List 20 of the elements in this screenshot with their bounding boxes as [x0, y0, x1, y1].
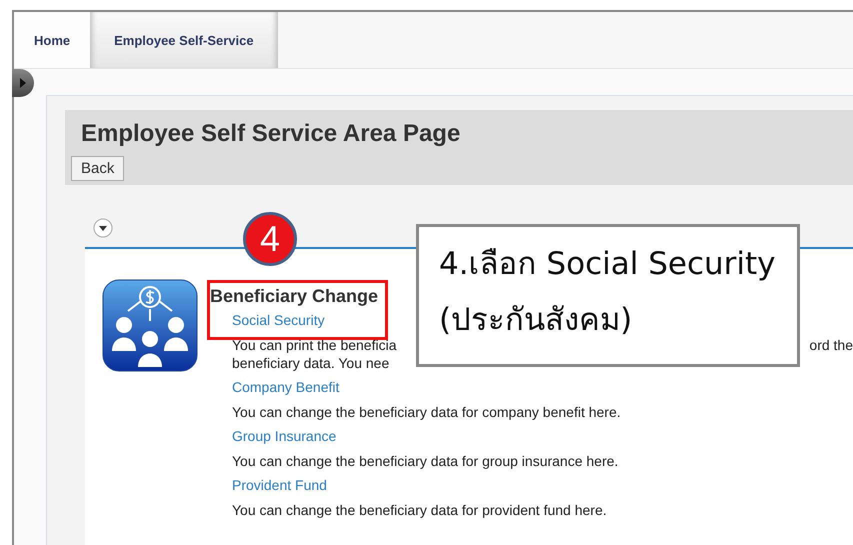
- section-heading: Beneficiary Change: [210, 285, 380, 308]
- back-button[interactable]: Back: [71, 156, 124, 181]
- service-link[interactable]: Group Insurance: [232, 424, 336, 448]
- dropdown-icon[interactable]: [93, 218, 113, 238]
- service-description: beneficiary data. You nee: [232, 354, 390, 373]
- expand-handle[interactable]: [12, 69, 34, 97]
- nav-tab[interactable]: Employee Self-Service: [90, 12, 278, 68]
- service-description: You can print the beneficia: [232, 336, 396, 355]
- service-link[interactable]: Provident Fund: [232, 473, 327, 498]
- callout-text: (ประกันสังคม): [439, 301, 634, 340]
- callout-text: 4.เลือก Social Security: [439, 245, 776, 284]
- nav-tab[interactable]: Home: [14, 12, 90, 68]
- service-description: You can change the beneficiary data for provident fund here.: [232, 500, 607, 520]
- service-link[interactable]: Social Security: [232, 308, 325, 332]
- page-title: Employee Self Service Area Page: [81, 120, 462, 148]
- service-link[interactable]: Company Benefit: [232, 375, 340, 400]
- service-description: You can change the beneficiary data for company benefit here.: [232, 402, 621, 422]
- service-description: ord the: [809, 336, 853, 354]
- beneficiary-icon: [102, 279, 198, 372]
- service-description: You can change the beneficiary data for group insurance here.: [232, 452, 618, 471]
